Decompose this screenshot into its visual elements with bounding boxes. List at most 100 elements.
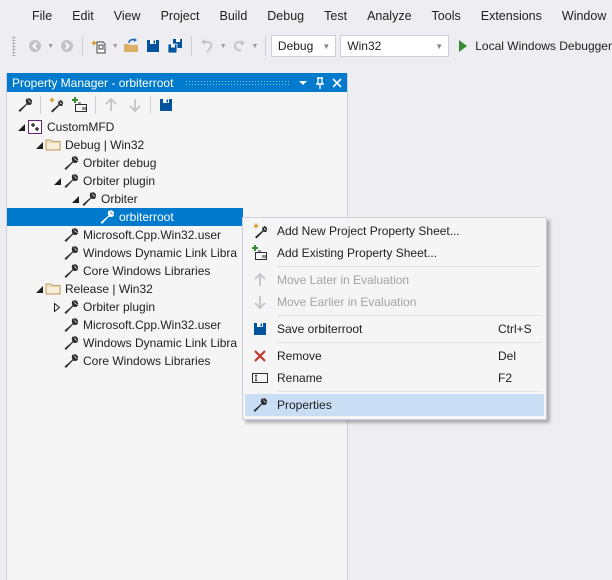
new-project-button[interactable] — [90, 37, 108, 55]
new-project-icon — [91, 40, 106, 54]
close-panel-button[interactable] — [330, 75, 344, 91]
menu-build[interactable]: Build — [209, 0, 257, 32]
navigate-back-dropdown[interactable]: ▼ — [47, 37, 55, 55]
menu-project[interactable]: Project — [151, 0, 210, 32]
tree-item[interactable]: CustomMFD — [7, 118, 347, 136]
run-label: Local Windows Debugger — [475, 39, 612, 53]
open-file-button[interactable] — [122, 37, 140, 55]
tree-item-label: Debug | Win32 — [65, 138, 145, 152]
menu-view[interactable]: View — [104, 0, 151, 32]
window-position-dropdown-button[interactable] — [296, 75, 310, 91]
start-debugging-button[interactable]: Local Windows Debugger — [459, 39, 612, 53]
menu-debug[interactable]: Debug — [257, 0, 314, 32]
solution-platform-select[interactable]: Win32 ▼ — [340, 35, 450, 57]
menu-item-shortcut: F2 — [498, 371, 513, 385]
remove-x-icon — [246, 345, 274, 367]
menu-item-rename[interactable]: Rename F2 — [245, 367, 544, 389]
tree-item-label: Orbiter debug — [83, 156, 157, 170]
menu-separator — [277, 391, 542, 392]
tree-item-label: Core Windows Libraries — [83, 354, 211, 368]
save-icon — [246, 318, 274, 340]
new-project-dropdown[interactable]: ▼ — [111, 37, 119, 55]
tree-item[interactable]: Orbiter debug — [7, 154, 347, 172]
menu-item-move-earlier-in-evaluation[interactable]: Move Earlier in Evaluation — [245, 291, 544, 313]
arrow-up-icon — [105, 98, 117, 111]
project-icon — [27, 119, 43, 135]
tree-item[interactable]: Orbiter — [7, 190, 347, 208]
navigate-forward-button[interactable] — [58, 37, 76, 55]
move-up-button[interactable] — [102, 96, 120, 114]
panel-title-bar[interactable]: Property Manager - orbiterroot — [7, 73, 347, 92]
menu-item-label: Save orbiterroot — [277, 322, 363, 336]
back-icon — [28, 40, 41, 52]
menu-item-shortcut: Ctrl+S — [498, 322, 532, 336]
menu-extensions[interactable]: Extensions — [471, 0, 552, 32]
expanded-triangle-icon[interactable] — [33, 136, 45, 154]
menu-file[interactable]: File — [22, 0, 62, 32]
wrench-icon — [63, 299, 79, 315]
wrench-icon — [81, 191, 97, 207]
tree-item[interactable]: Orbiter plugin — [7, 172, 347, 190]
menu-edit[interactable]: Edit — [62, 0, 104, 32]
tree-item-label: Orbiter plugin — [83, 300, 156, 314]
redo-button[interactable] — [230, 37, 248, 55]
toolbar-separator — [150, 96, 151, 114]
pin-icon — [316, 76, 324, 89]
panel-toolbar — [7, 92, 347, 118]
save-button[interactable] — [144, 37, 162, 55]
redo-dropdown[interactable]: ▼ — [251, 37, 259, 55]
menu-item-label: Add New Project Property Sheet... — [277, 224, 460, 238]
tree-item-label: Windows Dynamic Link Libra — [83, 336, 238, 350]
properties-button[interactable] — [16, 96, 34, 114]
menu-analyze[interactable]: Analyze — [357, 0, 421, 32]
menu-item-save-orbiterroot[interactable]: Save orbiterroot Ctrl+S — [245, 318, 544, 340]
save-all-icon — [167, 39, 182, 54]
tree-item-label: Release | Win32 — [65, 282, 153, 296]
panel-title: Property Manager - orbiterroot — [12, 75, 174, 90]
save-all-button[interactable] — [166, 37, 184, 55]
menu-item-label: Move Later in Evaluation — [277, 273, 410, 287]
menu-item-remove[interactable]: Remove Del — [245, 345, 544, 367]
move-down-button[interactable] — [126, 96, 144, 114]
wrench-icon — [99, 209, 115, 225]
auto-hide-pin-button[interactable] — [313, 75, 327, 91]
save-icon — [146, 40, 159, 52]
navigate-back-button[interactable] — [26, 37, 44, 55]
menu-item-move-later-in-evaluation[interactable]: Move Later in Evaluation — [245, 269, 544, 291]
wrench-icon — [18, 98, 33, 112]
menu-item-add-new-project-property-sheet[interactable]: Add New Project Property Sheet... — [245, 220, 544, 242]
undo-icon — [201, 39, 213, 53]
menu-separator — [277, 342, 542, 343]
toolbar-separator — [82, 36, 84, 56]
menu-item-add-existing-property-sheet[interactable]: Add Existing Property Sheet... — [245, 242, 544, 264]
expanded-triangle-icon[interactable] — [33, 280, 45, 298]
menu-test[interactable]: Test — [314, 0, 357, 32]
tree-item[interactable]: orbiterroot — [7, 208, 243, 226]
collapsed-triangle-icon[interactable] — [51, 298, 63, 316]
close-icon — [332, 77, 342, 88]
solution-configuration-select[interactable]: Debug ▼ — [270, 35, 337, 57]
tree-item[interactable]: Debug | Win32 — [7, 136, 347, 154]
undo-button[interactable] — [199, 37, 217, 55]
expanded-triangle-icon[interactable] — [69, 190, 81, 208]
add-existing-property-sheet-button[interactable] — [71, 96, 89, 114]
forward-icon — [60, 40, 73, 52]
menu-tools[interactable]: Tools — [422, 0, 471, 32]
play-icon — [459, 40, 468, 52]
save-button[interactable] — [157, 96, 175, 114]
undo-dropdown[interactable]: ▼ — [219, 37, 227, 55]
toolbar-grip[interactable] — [12, 36, 16, 56]
expanded-triangle-icon[interactable] — [15, 118, 27, 136]
tree-item-label: orbiterroot — [119, 210, 174, 224]
menu-window[interactable]: Window — [552, 0, 612, 32]
add-new-property-sheet-button[interactable] — [47, 96, 65, 114]
chevron-down-icon: ▼ — [435, 41, 444, 51]
expanded-triangle-icon[interactable] — [51, 172, 63, 190]
menu-item-properties[interactable]: Properties — [245, 394, 544, 416]
menu-separator — [277, 315, 542, 316]
